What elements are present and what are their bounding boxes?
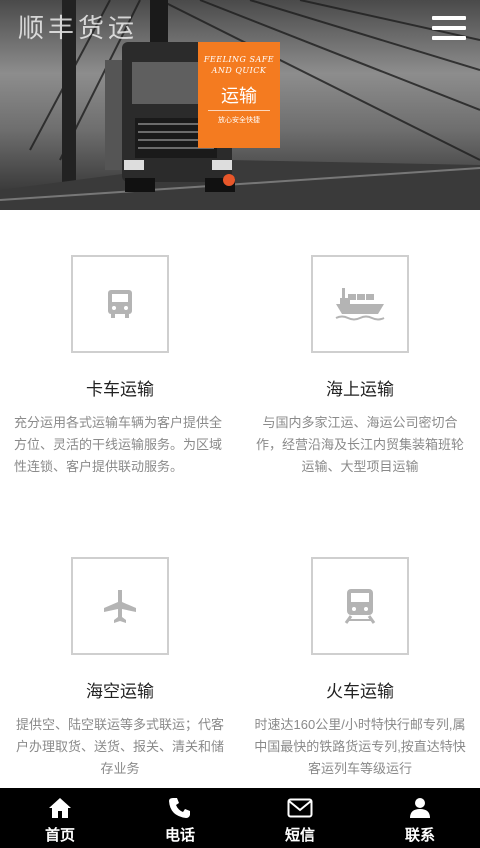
service-title: 海上运输 [326,380,394,399]
ship-icon-box[interactable] [311,255,409,353]
service-air[interactable]: 海空运输 提供空、陆空联运等多式联运；代客户办理取货、送货、报关、清关和储存业务 [0,557,240,780]
hero-badge: FEELING SAFE AND QUICK 运输 放心安全快捷 [198,42,280,148]
airplane-icon [104,590,136,623]
truck-icon [108,290,132,318]
hero-badge-subtitle: 放心安全快捷 [218,117,260,124]
user-icon [410,798,430,818]
hero-banner: 顺丰货运 FEELING SAFE AND QUICK 运输 放心安全快捷 [0,0,480,210]
brand-logo: 顺丰货运 [18,14,139,44]
train-icon-box[interactable] [311,557,409,655]
service-description: 充分运用各式运输车辆为客户提供全方位、灵活的干线运输服务。为区域性连锁、客户提供… [14,415,223,474]
bottom-nav: 首页 电话 短信 联系 [0,788,480,848]
nav-phone[interactable]: 电话 [120,788,240,848]
nav-sms[interactable]: 短信 [240,788,360,848]
phone-icon [169,798,190,818]
ship-icon [335,288,385,321]
truck-icon-box[interactable] [71,255,169,353]
hero-badge-title: 运输 [208,82,270,111]
home-icon [49,798,71,818]
nav-sms-label: 短信 [284,827,315,844]
service-ship[interactable]: 海上运输 与国内多家江运、海运公司密切合作，经营沿海及长江内贸集装箱班轮运输、大… [240,255,480,478]
nav-home-label: 首页 [44,827,75,844]
hamburger-menu-icon[interactable] [432,16,466,42]
service-title: 海空运输 [86,682,154,701]
service-train[interactable]: 火车运输 时速达160公里/小时特快行邮专列,属中国最快的铁路货运专列,按直达特… [240,557,480,780]
service-title: 火车运输 [326,682,394,701]
train-icon [344,589,376,624]
nav-home[interactable]: 首页 [0,788,120,848]
service-title: 卡车运输 [86,380,154,399]
nav-contact[interactable]: 联系 [360,788,480,848]
nav-phone-label: 电话 [164,827,195,844]
envelope-icon [287,798,313,818]
hero-badge-english: FEELING SAFE AND QUICK [203,55,275,75]
service-truck[interactable]: 卡车运输 充分运用各式运输车辆为客户提供全方位、灵活的干线运输服务。为区域性连锁… [0,255,240,478]
airplane-icon-box[interactable] [71,557,169,655]
service-description: 提供空、陆空联运等多式联运；代客户办理取货、送货、报关、清关和储存业务 [15,717,224,776]
carousel-indicator[interactable] [223,174,235,186]
service-description: 时速达160公里/小时特快行邮专列,属中国最快的铁路货运专列,按直达特快客运列车… [254,717,466,776]
service-description: 与国内多家江运、海运公司密切合作，经营沿海及长江内贸集装箱班轮运输、大型项目运输 [255,415,464,474]
nav-contact-label: 联系 [404,827,435,844]
